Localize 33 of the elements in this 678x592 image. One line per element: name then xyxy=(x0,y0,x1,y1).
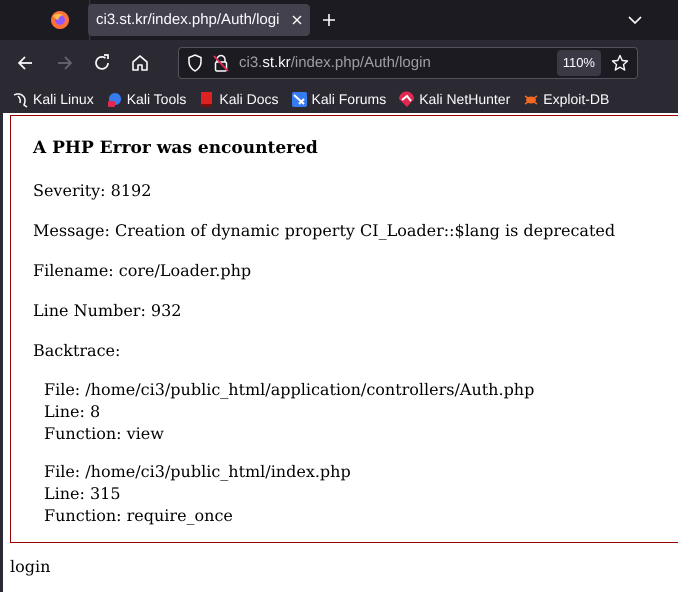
bookmark-link[interactable]: Kali NetHunter xyxy=(398,89,510,110)
star-icon[interactable] xyxy=(611,54,629,72)
bookmark-link[interactable]: Kali Docs xyxy=(198,89,279,110)
shield-icon[interactable] xyxy=(187,54,203,72)
error-detail: Severity: 8192 xyxy=(33,180,152,202)
tab-title[interactable]: ci3.st.kr/index.php/Auth/logi xyxy=(96,8,286,32)
backtrace-line: Line: 315 xyxy=(44,483,122,505)
bookmark-link[interactable]: Exploit-DB xyxy=(522,89,610,110)
shield-logo-icon xyxy=(398,91,416,108)
home-icon[interactable] xyxy=(130,53,150,73)
bookmark-link[interactable]: Kali Linux xyxy=(12,89,94,110)
error-heading: A PHP Error was encountered xyxy=(33,137,319,160)
address-bar[interactable]: ci3.st.kr/index.php/Auth/login 110% xyxy=(178,47,638,79)
error-detail: Message: Creation of dynamic property CI_Loader::$lang is deprecated xyxy=(33,220,616,242)
url-text[interactable]: ci3.st.kr/index.php/Auth/login xyxy=(239,52,547,74)
new-tab-icon[interactable] xyxy=(322,13,336,27)
backtrace-line: Function: require_once xyxy=(44,505,234,527)
backtrace-line: Function: view xyxy=(44,423,165,445)
close-icon[interactable] xyxy=(292,15,302,25)
chevron-down-icon[interactable] xyxy=(628,16,642,24)
backtrace-line: Line: 8 xyxy=(44,401,102,423)
browser-tab[interactable]: ci3.st.kr/index.php/Auth/logi xyxy=(88,4,310,36)
bookmark-link[interactable]: Kali Forums xyxy=(290,89,386,110)
browser-logo-icon[interactable] xyxy=(50,10,70,30)
zoom-level-button[interactable]: 110% xyxy=(556,50,601,76)
backtrace-line: File: /home/ci3/public_html/application/controllers/Auth.php xyxy=(44,379,536,401)
page-text: login xyxy=(10,556,52,578)
backtrace-line: File: /home/ci3/public_html/index.php xyxy=(44,461,352,483)
error-detail: Line Number: 932 xyxy=(33,300,182,322)
bookmark-link[interactable]: Kali Tools xyxy=(106,89,186,110)
error-detail: Filename: core/Loader.php xyxy=(33,260,252,282)
insecure-lock-icon[interactable] xyxy=(213,54,229,72)
backtrace-label: Backtrace: xyxy=(33,340,122,362)
